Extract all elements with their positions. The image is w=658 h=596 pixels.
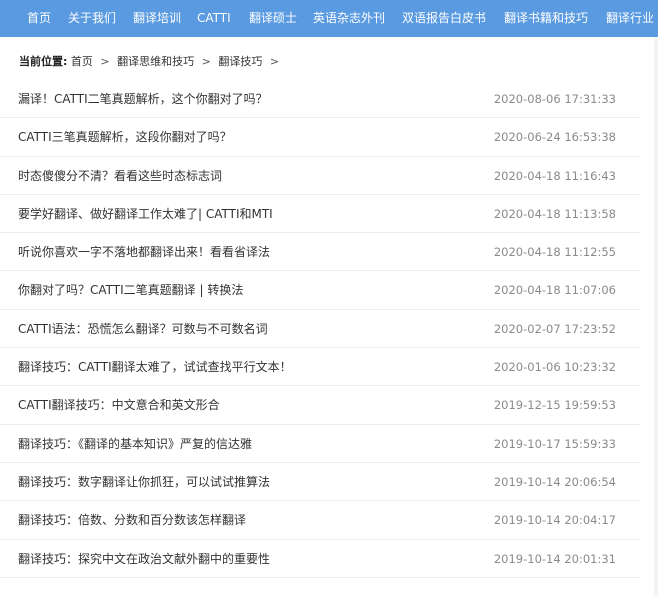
top-navigation-bar: 首页 关于我们 翻译培训 CATTI 翻译硕士 英语杂志外刊 双语报告白皮书 翻…: [0, 0, 658, 37]
nav-item-mti[interactable]: 翻译硕士: [249, 0, 297, 37]
article-title-link[interactable]: 翻译技巧：探究中文在政治文献外翻中的重要性: [18, 540, 270, 578]
article-title-link[interactable]: CATTI三笔真题解析，这段你翻对了吗？: [18, 118, 232, 156]
nav-item-bilingual-reports[interactable]: 双语报告白皮书: [402, 0, 486, 37]
list-item: 要学好翻译、做好翻译工作太难了| CATTI和MTI 2020-04-18 11…: [0, 195, 640, 234]
article-date: 2019-10-14 20:04:17: [493, 513, 616, 528]
article-list: 漏译！CATTI二笔真题解析，这个你翻对了吗？ 2020-08-06 17:31…: [0, 80, 640, 578]
article-date: 2019-10-14 20:01:31: [493, 551, 616, 566]
article-title-link[interactable]: CATTI语法：恐慌怎么翻译？可数与不可数名词: [18, 310, 268, 348]
article-title-link[interactable]: 要学好翻译、做好翻译工作太难了| CATTI和MTI: [18, 195, 273, 233]
nav-item-translation-books[interactable]: 翻译书籍和技巧: [504, 0, 588, 37]
list-item: 你翻对了吗？CATTI二笔真题翻译 | 转换法 2020-04-18 11:07…: [0, 271, 640, 310]
nav-item-english-magazines[interactable]: 英语杂志外刊: [313, 0, 385, 37]
article-date: 2020-04-18 11:16:43: [493, 168, 616, 183]
article-title-link[interactable]: 翻译技巧：CATTI翻译太难了，试试查找平行文本！: [18, 348, 292, 386]
nav-item-catti[interactable]: CATTI: [197, 0, 231, 37]
list-item: 时态傻傻分不清？看看这些时态标志词 2020-04-18 11:16:43: [0, 157, 640, 195]
article-title-link[interactable]: 翻译技巧：倍数、分数和百分数该怎样翻译: [18, 501, 246, 539]
nav-item-about-us[interactable]: 关于我们: [68, 0, 116, 37]
breadcrumb: 当前位置: 首页 > 翻译思维和技巧 > 翻译技巧 >: [19, 53, 283, 71]
list-item: 翻译技巧：数字翻译让你抓狂，可以试试推算法 2019-10-14 20:06:5…: [0, 463, 640, 502]
article-date: 2019-10-14 20:06:54: [493, 474, 616, 489]
nav-item-translation-industry[interactable]: 翻译行业: [606, 0, 654, 37]
article-date: 2020-06-24 16:53:38: [493, 130, 616, 145]
list-item: 翻译技巧：倍数、分数和百分数该怎样翻译 2019-10-14 20:04:17: [0, 501, 640, 540]
article-title-link[interactable]: CATTI翻译技巧：中文意合和英文形合: [18, 386, 220, 424]
article-date: 2020-04-18 11:13:58: [493, 206, 616, 221]
list-item: 翻译技巧：《翻译的基本知识》严复的信达雅 2019-10-17 15:59:33: [0, 425, 640, 463]
breadcrumb-separator: >: [269, 55, 280, 68]
article-date: 2019-12-15 19:59:53: [493, 398, 616, 413]
page: 首页 关于我们 翻译培训 CATTI 翻译硕士 英语杂志外刊 双语报告白皮书 翻…: [0, 0, 658, 596]
article-date: 2019-10-17 15:59:33: [493, 436, 616, 451]
list-item: 翻译技巧：探究中文在政治文献外翻中的重要性 2019-10-14 20:01:3…: [0, 540, 640, 578]
breadcrumb-label: 当前位置:: [19, 55, 68, 68]
scrollbar[interactable]: [654, 37, 658, 596]
article-title-link[interactable]: 翻译技巧：数字翻译让你抓狂，可以试试推算法: [18, 463, 270, 501]
article-date: 2020-01-06 10:23:32: [493, 360, 616, 375]
list-item: CATTI语法：恐慌怎么翻译？可数与不可数名词 2020-02-07 17:23…: [0, 310, 640, 349]
list-item: CATTI三笔真题解析，这段你翻对了吗？ 2020-06-24 16:53:38: [0, 118, 640, 157]
article-date: 2020-04-18 11:12:55: [493, 245, 616, 260]
article-date: 2020-04-18 11:07:06: [493, 283, 616, 298]
list-item: 听说你喜欢一字不落地都翻译出来！看看省译法 2020-04-18 11:12:5…: [0, 233, 640, 272]
breadcrumb-separator: >: [201, 55, 211, 68]
article-title-link[interactable]: 翻译技巧：《翻译的基本知识》严复的信达雅: [18, 425, 252, 463]
article-title-link[interactable]: 时态傻傻分不清？看看这些时态标志词: [18, 157, 222, 195]
list-item: 漏译！CATTI二笔真题解析，这个你翻对了吗？ 2020-08-06 17:31…: [0, 80, 640, 119]
breadcrumb-link-translation-skills[interactable]: 翻译技巧: [218, 55, 262, 68]
breadcrumb-link-translation-thinking[interactable]: 翻译思维和技巧: [117, 55, 194, 68]
breadcrumb-separator: >: [100, 55, 110, 68]
list-item: 翻译技巧：CATTI翻译太难了，试试查找平行文本！ 2020-01-06 10:…: [0, 348, 640, 387]
nav-item-home[interactable]: 首页: [27, 0, 51, 37]
breadcrumb-link-home[interactable]: 首页: [71, 55, 93, 68]
article-date: 2020-02-07 17:23:52: [493, 321, 616, 336]
list-item: CATTI翻译技巧：中文意合和英文形合 2019-12-15 19:59:53: [0, 386, 640, 425]
article-title-link[interactable]: 你翻对了吗？CATTI二笔真题翻译 | 转换法: [18, 271, 243, 309]
article-title-link[interactable]: 漏译！CATTI二笔真题解析，这个你翻对了吗？: [18, 80, 268, 118]
article-title-link[interactable]: 听说你喜欢一字不落地都翻译出来！看看省译法: [18, 233, 270, 271]
nav-item-translation-training[interactable]: 翻译培训: [133, 0, 181, 37]
article-date: 2020-08-06 17:31:33: [493, 92, 616, 106]
